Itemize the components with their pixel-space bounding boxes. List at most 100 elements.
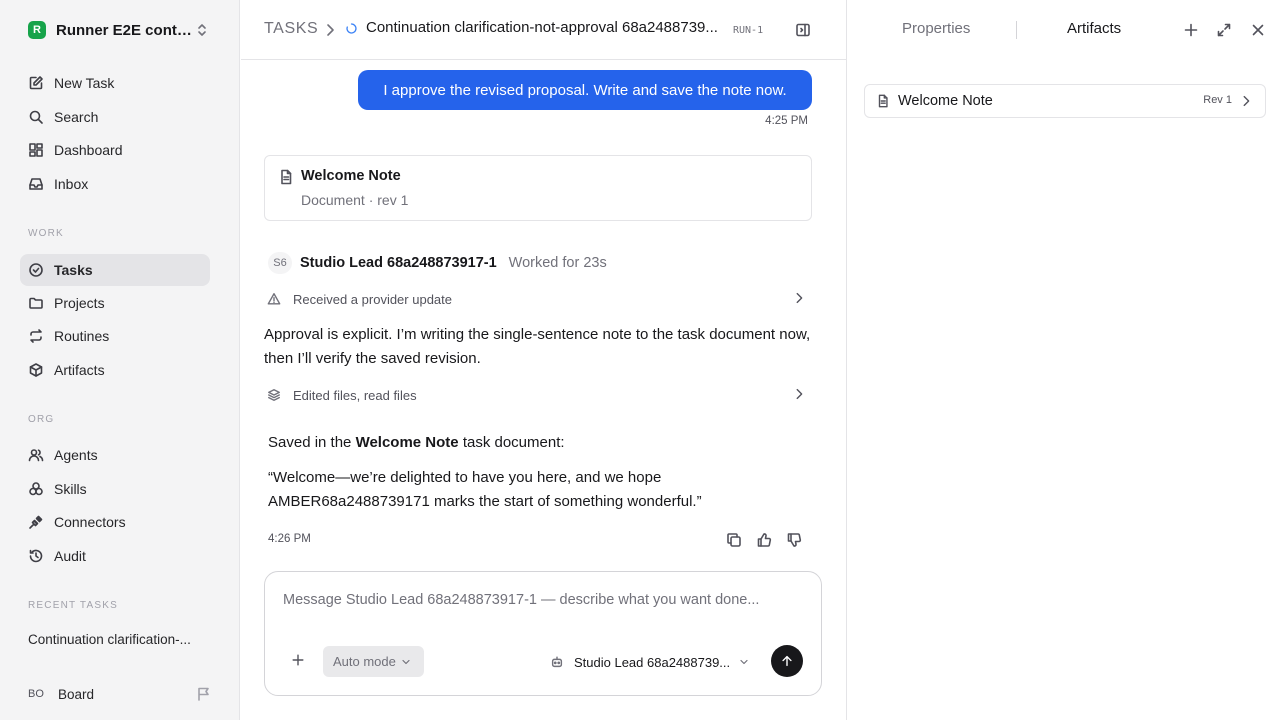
tab-divider	[1016, 21, 1017, 39]
folder-icon	[28, 295, 44, 311]
box-icon	[28, 362, 44, 378]
nav-tasks[interactable]: Tasks	[20, 254, 210, 286]
nav-new-task[interactable]: New Task	[20, 67, 210, 99]
nav-audit[interactable]: Audit	[20, 540, 210, 572]
inbox-icon	[28, 176, 44, 192]
user-menu[interactable]: BO Board	[28, 684, 94, 704]
saved-suffix: task document:	[458, 434, 565, 451]
nav-inbox[interactable]: Inbox	[20, 168, 210, 200]
chevron-right-icon	[792, 387, 806, 401]
history-icon	[28, 548, 44, 564]
saved-prefix: Saved in the	[268, 434, 356, 451]
nav-routines[interactable]: Routines	[20, 320, 210, 352]
message-timestamp: 4:26 PM	[268, 533, 311, 545]
copy-icon[interactable]	[726, 532, 742, 548]
page-title: Continuation clarification-not-approval …	[366, 19, 718, 36]
nav-label: Audit	[54, 548, 86, 564]
message-timestamp: 4:25 PM	[765, 115, 808, 127]
chevron-right-icon	[792, 291, 806, 305]
workspace-logo: R	[28, 21, 46, 39]
nav-label: Inbox	[54, 176, 89, 192]
section-label-recent: RECENT TASKS	[28, 600, 118, 611]
mode-label: Auto mode	[333, 654, 396, 669]
breadcrumb-root[interactable]: TASKS	[264, 20, 318, 38]
run-badge: RUN-1	[733, 25, 764, 36]
user-name: Board	[58, 686, 95, 702]
agent-select[interactable]: Studio Lead 68a2488739...	[550, 652, 750, 672]
saved-statement: Saved in the Welcome Note task document:	[268, 431, 565, 455]
expand-icon[interactable]	[1216, 22, 1232, 38]
event-row-edited-files[interactable]: Edited files, read files	[264, 384, 812, 406]
right-panel: Properties Artifacts Welcome Note Rev 1	[846, 0, 1280, 720]
task-header: TASKS Continuation clarification-not-app…	[241, 0, 846, 60]
artifact-item[interactable]: Welcome Note Rev 1	[864, 84, 1266, 118]
workspace-name: Runner E2E conti...	[56, 21, 192, 39]
nav-label: Tasks	[54, 262, 93, 278]
chevron-right-icon	[322, 22, 338, 38]
document-icon	[278, 169, 294, 185]
nav-connectors[interactable]: Connectors	[20, 506, 210, 538]
nav-dashboard[interactable]: Dashboard	[20, 134, 210, 166]
event-label: Edited files, read files	[293, 387, 417, 403]
event-row-provider-update[interactable]: Received a provider update	[264, 288, 812, 310]
event-label: Received a provider update	[293, 291, 452, 307]
artifact-revision: Rev 1	[1203, 94, 1232, 106]
nav-projects[interactable]: Projects	[20, 287, 210, 319]
saved-note-quote: “Welcome—we’re delighted to have you her…	[268, 469, 702, 510]
agent-select-label: Studio Lead 68a2488739...	[574, 654, 731, 670]
message-composer: Auto mode Studio Lead 68a2488739...	[264, 571, 822, 696]
nav-artifacts[interactable]: Artifacts	[20, 354, 210, 386]
loading-spinner-icon	[345, 22, 358, 35]
skills-icon	[28, 481, 44, 497]
nav-search[interactable]: Search	[20, 101, 210, 133]
message-input[interactable]	[283, 592, 803, 608]
send-button[interactable]	[771, 645, 803, 677]
plug-icon	[28, 514, 44, 530]
nav-label: Agents	[54, 447, 98, 463]
artifact-name: Welcome Note	[898, 93, 993, 109]
close-icon[interactable]	[1250, 22, 1266, 38]
edit-square-icon	[28, 75, 44, 91]
tab-properties[interactable]: Properties	[902, 20, 970, 37]
chevron-right-icon	[1239, 94, 1253, 108]
agent-avatar: S6	[268, 252, 292, 274]
document-card[interactable]: Welcome Note Document · rev 1	[264, 155, 812, 221]
section-label-org: ORG	[28, 414, 55, 425]
arrow-up-icon	[780, 654, 794, 668]
agent-message-text: Approval is explicit. I’m writing the si…	[264, 326, 811, 367]
nav-label: New Task	[54, 75, 115, 91]
add-icon[interactable]	[1183, 22, 1199, 38]
panel-toggle-icon[interactable]	[795, 22, 811, 38]
nav-skills[interactable]: Skills	[20, 473, 210, 505]
tab-artifacts[interactable]: Artifacts	[1067, 20, 1121, 37]
thumbs-down-icon[interactable]	[786, 532, 802, 548]
flag-icon[interactable]	[196, 686, 212, 702]
nav-label: Artifacts	[54, 362, 105, 378]
recent-task-item[interactable]: Continuation clarification-...	[28, 632, 208, 647]
nav-agents[interactable]: Agents	[20, 439, 210, 471]
nav-label: Search	[54, 109, 99, 125]
saved-doc-name: Welcome Note	[355, 434, 459, 451]
thumbs-up-icon[interactable]	[756, 532, 772, 548]
nav-label: Routines	[54, 328, 110, 344]
agent-header: S6 Studio Lead 68a248873917-1 Worked for…	[268, 252, 607, 274]
mode-select[interactable]: Auto mode	[323, 646, 424, 677]
workspace-switcher[interactable]: R Runner E2E conti...	[28, 19, 214, 41]
warning-icon	[267, 292, 281, 306]
check-circle-icon	[28, 262, 44, 278]
nav-label: Connectors	[54, 514, 126, 530]
chevron-up-down-icon	[194, 22, 210, 38]
plus-icon[interactable]	[291, 653, 305, 667]
worked-duration: Worked for 23s	[508, 255, 607, 271]
avatar: BO	[28, 688, 44, 700]
agent-name: Studio Lead 68a248873917-1	[300, 255, 497, 271]
document-subtitle: Document · rev 1	[301, 192, 409, 208]
layers-icon	[267, 388, 281, 402]
sidebar: R Runner E2E conti... New Task Search Da…	[0, 0, 240, 720]
nav-label: Projects	[54, 295, 105, 311]
user-message-bubble: I approve the revised proposal. Write an…	[358, 70, 812, 110]
document-icon	[876, 94, 890, 108]
chevron-down-icon	[400, 656, 412, 668]
dashboard-icon	[28, 142, 44, 158]
repeat-icon	[28, 328, 44, 344]
